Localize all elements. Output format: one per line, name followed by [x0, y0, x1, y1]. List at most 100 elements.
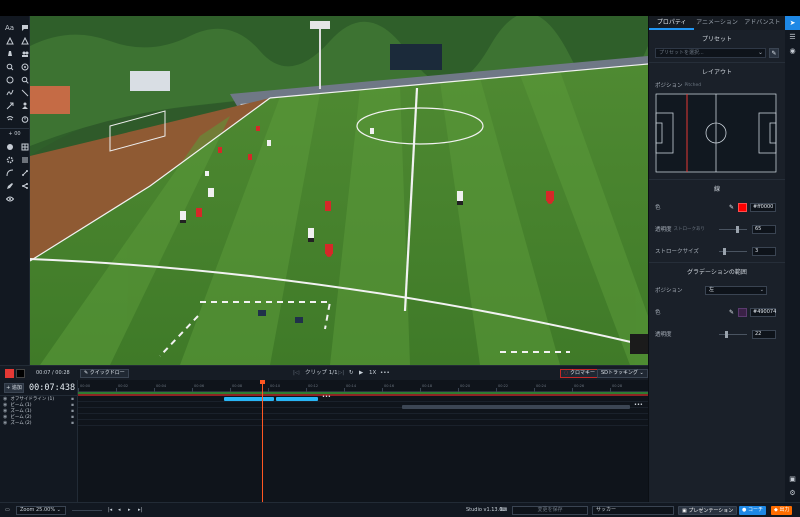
tab-advanced[interactable]: アドバンスト: [740, 16, 785, 30]
opacity-input[interactable]: 65: [752, 224, 776, 234]
track-label-zoom-2[interactable]: ◉ ズーム (2) ▪: [0, 420, 77, 426]
beam-2-clip[interactable]: [402, 405, 630, 409]
highlight-icon[interactable]: [3, 35, 16, 46]
sport-dropdown[interactable]: サッカー: [592, 506, 674, 515]
gear-icon[interactable]: [3, 154, 16, 165]
lock-icon[interactable]: ▪: [71, 421, 74, 426]
lock-icon[interactable]: ▪: [71, 403, 74, 408]
prev-clip-icon[interactable]: |◁: [293, 366, 299, 381]
ruler-tick-label: 00:08: [232, 384, 243, 388]
play-icon[interactable]: ▶: [359, 366, 363, 381]
export-button[interactable]: ◆ 出力: [771, 506, 793, 515]
skip-start-icon[interactable]: |◂: [108, 503, 112, 517]
layers-icon[interactable]: ☰: [785, 30, 800, 44]
quick-draw-label: クイックドロー: [89, 370, 125, 376]
cursor-icon[interactable]: ➤: [785, 16, 800, 30]
presentation-button[interactable]: ▣ プレゼンテーション: [678, 506, 738, 515]
wifi-cone-icon[interactable]: [3, 113, 16, 124]
save-field[interactable]: 変更を保存: [512, 506, 588, 515]
lock-icon[interactable]: ▪: [71, 397, 74, 402]
properties-panel: プロパティ アニメーション アドバンスト プリセット プリセットを選択... ⌄ …: [648, 16, 785, 502]
app-version: Studio v1.13.0: [466, 507, 503, 513]
next-clip-icon[interactable]: ▷|: [338, 366, 344, 381]
beam-clip[interactable]: [224, 397, 274, 401]
gradient-position-select[interactable]: 左 ⌄: [705, 285, 767, 295]
text-tool[interactable]: Aa: [3, 22, 16, 33]
ruler-tick-label: 00:22: [498, 384, 509, 388]
curve-arrow-icon[interactable]: [3, 167, 16, 178]
opacity-slider-knob[interactable]: [736, 225, 739, 233]
zoom-value: Zoom 25.00%: [20, 507, 56, 513]
chevron-down-icon: ⌄: [757, 49, 763, 56]
gradient-opacity-slider[interactable]: [719, 330, 747, 338]
step-forward-icon[interactable]: ▸: [128, 503, 131, 517]
preset-select[interactable]: プリセットを選択... ⌄: [655, 48, 766, 58]
pitch-diagram-svg: [655, 93, 777, 173]
save-icon[interactable]: ▣: [785, 472, 800, 486]
line-color-swatch[interactable]: [738, 202, 747, 212]
gradient-opacity-knob[interactable]: [725, 330, 728, 338]
line-color-input[interactable]: #ff0000: [750, 202, 776, 212]
more-options-icon[interactable]: •••: [380, 366, 390, 381]
add-element-button[interactable]: + 追加: [4, 382, 24, 393]
zoom-slider[interactable]: [72, 510, 102, 511]
eye-icon[interactable]: [3, 193, 16, 204]
ruler-tick-label: 00:18: [422, 384, 433, 388]
chroma-key-button[interactable]: ◌ クロマキー: [560, 369, 599, 378]
secondary-color-swatch[interactable]: [16, 369, 25, 378]
record-icon[interactable]: [3, 141, 16, 152]
gear-icon[interactable]: ⚙: [785, 486, 800, 500]
stroke-size-label: ストロークサイズ: [655, 249, 699, 255]
keyboard-icon[interactable]: ⌨: [500, 503, 507, 517]
tracking-dropdown[interactable]: SDトラッキング ⌄: [597, 369, 648, 378]
more-options-icon[interactable]: •••: [322, 394, 331, 400]
track-name: ズーム (2): [10, 421, 32, 426]
skip-end-icon[interactable]: ▸|: [138, 503, 142, 517]
tab-properties[interactable]: プロパティ: [649, 16, 695, 30]
eyedropper-icon[interactable]: ✎: [729, 204, 734, 211]
playback-speed[interactable]: 1X: [369, 366, 376, 381]
time-ruler[interactable]: 00:00 00:02 00:04 00:06 00:08 00:10 00:12 00:14…: [78, 384, 648, 392]
preset-placeholder: プリセットを選択...: [659, 50, 704, 56]
gradient-color-input[interactable]: #490074: [750, 307, 776, 317]
lock-icon[interactable]: ▪: [71, 415, 74, 420]
playhead[interactable]: [260, 380, 265, 502]
gradient-header: グラデーションの範囲: [649, 262, 785, 279]
tab-animation[interactable]: アニメーション: [694, 16, 739, 30]
zoom-clip[interactable]: [276, 397, 318, 401]
timeline-tracks-area[interactable]: 00:00 00:02 00:04 00:06 00:08 00:10 00:12 00:14…: [78, 380, 648, 502]
stroke-size-input[interactable]: 3: [752, 246, 776, 256]
zoom-dropdown[interactable]: Zoom 25.00% ⌄: [16, 506, 66, 515]
eyedropper-icon[interactable]: ✎: [729, 309, 734, 316]
tracking-label: SDトラッキング: [601, 370, 638, 376]
window-top-bar: [0, 0, 800, 16]
edit-preset-button[interactable]: ✎: [769, 48, 779, 58]
quick-draw-button[interactable]: ✎ クイックドロー: [80, 369, 129, 378]
primary-color-swatch[interactable]: [5, 369, 14, 378]
gradient-opacity-input[interactable]: 22: [752, 329, 776, 339]
circle-icon[interactable]: [3, 74, 16, 85]
lock-icon[interactable]: ▪: [71, 409, 74, 414]
stroke-size-slider[interactable]: [719, 247, 747, 255]
video-canvas[interactable]: [30, 16, 648, 365]
playhead-handle[interactable]: [260, 380, 265, 384]
ruler-tick-label: 00:14: [346, 384, 357, 388]
arrow-icon[interactable]: [3, 100, 16, 111]
opacity-slider[interactable]: [719, 225, 747, 233]
pen-icon[interactable]: [3, 180, 16, 191]
ruler-tick-label: 00:06: [194, 384, 205, 388]
team-icon[interactable]: ◉: [785, 44, 800, 58]
eye-icon[interactable]: ◉: [3, 420, 7, 426]
coach-button[interactable]: ● コーチ: [739, 506, 766, 515]
stroke-slider-knob[interactable]: [723, 247, 726, 255]
pitch-layout-diagram[interactable]: [655, 93, 777, 173]
more-options-icon[interactable]: •••: [634, 402, 643, 408]
magnifier-zoom-icon[interactable]: [3, 61, 16, 72]
freehand-icon[interactable]: [3, 87, 16, 98]
gradient-color-swatch[interactable]: [738, 307, 747, 317]
gradient-color-label: 色: [655, 310, 661, 316]
loop-icon[interactable]: ↻: [349, 366, 354, 381]
sidebar-toggle-icon[interactable]: ▭: [5, 503, 10, 517]
step-back-icon[interactable]: ◂: [118, 503, 121, 517]
spotlight-icon[interactable]: [3, 48, 16, 59]
